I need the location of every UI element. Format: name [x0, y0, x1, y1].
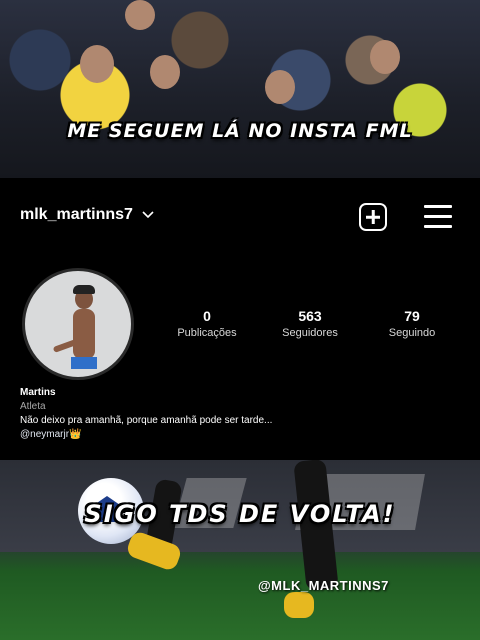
instagram-profile: mlk_martinns7 0 Publicações 563 Seguidor…: [0, 178, 480, 460]
mention-link[interactable]: @neymarjr: [20, 429, 69, 440]
username: mlk_martinns7: [20, 206, 133, 223]
account-switcher[interactable]: mlk_martinns7: [20, 206, 155, 224]
football-photo: [0, 460, 480, 640]
crowd-face: [370, 40, 400, 74]
stat-following-label: Seguindo: [388, 327, 436, 339]
profile-category: Atleta: [20, 401, 46, 412]
stat-posts-label: Publicações: [177, 327, 237, 339]
stat-followers-count: 563: [298, 308, 322, 324]
crowd-face: [265, 70, 295, 104]
watermark: @MLK_MARTINNS7: [258, 578, 389, 593]
stat-followers[interactable]: 563 Seguidores: [265, 308, 355, 339]
crowd-photo: [0, 0, 480, 178]
stat-following-count: 79: [404, 308, 420, 324]
caption-bottom: SIGO TDS DE VOLTA!: [84, 500, 396, 528]
stat-posts[interactable]: 0 Publicações: [162, 308, 252, 339]
chevron-down-icon: [141, 210, 155, 220]
crowd-face: [125, 0, 155, 30]
stat-posts-count: 0: [203, 308, 211, 324]
display-name: Martins: [20, 387, 56, 398]
profile-bio: Martins Atleta Não deixo pra amanhã, por…: [20, 386, 272, 442]
plus-square-icon[interactable]: [359, 203, 387, 231]
crowd-face: [80, 45, 114, 83]
stat-following[interactable]: 79 Seguindo: [367, 308, 457, 339]
crowd-face: [150, 55, 180, 89]
crown-icon: 👑: [69, 429, 82, 440]
bio-text: Não deixo pra amanhã, porque amanhã pode…: [20, 415, 273, 426]
stat-followers-label: Seguidores: [282, 327, 338, 339]
caption-top: ME SEGUEM LÁ NO INSTA FML: [67, 120, 413, 142]
avatar[interactable]: [22, 268, 134, 380]
hamburger-menu-icon[interactable]: [424, 205, 452, 229]
mention-line: @neymarjr👑: [20, 428, 272, 442]
